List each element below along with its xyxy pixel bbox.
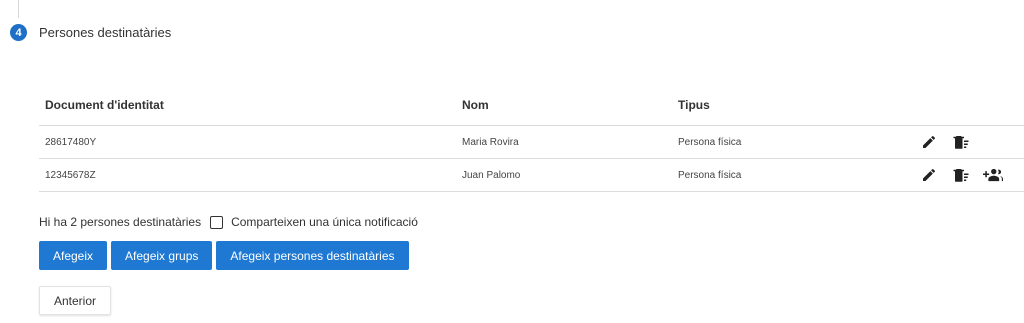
table-header-row: Document d'identitat Nom Tipus — [39, 84, 1024, 126]
shared-notification-label: Comparteixen una única notificació — [231, 215, 418, 229]
step-number-badge: 4 — [10, 24, 27, 41]
shared-notification-checkbox[interactable] — [210, 215, 224, 229]
column-header-name: Nom — [462, 97, 489, 112]
edit-icon[interactable] — [919, 132, 939, 152]
previous-button[interactable]: Anterior — [39, 286, 112, 315]
delete-list-icon[interactable] — [951, 165, 971, 185]
delete-list-icon[interactable] — [951, 132, 971, 152]
step-title: Persones destinatàries — [39, 25, 172, 40]
row-document: 12345678Z — [45, 169, 96, 181]
column-header-document: Document d'identitat — [45, 97, 164, 112]
row-type: Persona física — [678, 169, 742, 181]
add-group-icon[interactable] — [983, 165, 1003, 185]
edit-icon[interactable] — [919, 165, 939, 185]
recipients-count: Hi ha 2 persones destinatàries — [39, 215, 202, 229]
recipients-table: Document d'identitat Nom Tipus 28617480Y… — [39, 84, 1024, 192]
add-recipients-button[interactable]: Afegeix persones destinatàries — [216, 241, 409, 270]
table-row: 12345678Z Juan Palomo Persona física — [39, 159, 1024, 192]
row-actions — [919, 132, 971, 152]
add-groups-button[interactable]: Afegeix grups — [111, 241, 213, 270]
row-name: Maria Rovira — [462, 136, 519, 148]
row-document: 28617480Y — [45, 136, 97, 148]
row-name: Juan Palomo — [462, 169, 521, 181]
row-actions — [919, 165, 1003, 185]
recipients-summary: Hi ha 2 persones destinatàries Compartei… — [39, 215, 418, 229]
table-row: 28617480Y Maria Rovira Persona física — [39, 126, 1024, 159]
column-header-type: Tipus — [678, 97, 710, 112]
step-connector-line — [18, 0, 19, 18]
add-button[interactable]: Afegeix — [39, 241, 108, 270]
action-buttons: Afegeix Afegeix grups Afegeix persones d… — [39, 241, 409, 270]
row-type: Persona física — [678, 136, 742, 148]
